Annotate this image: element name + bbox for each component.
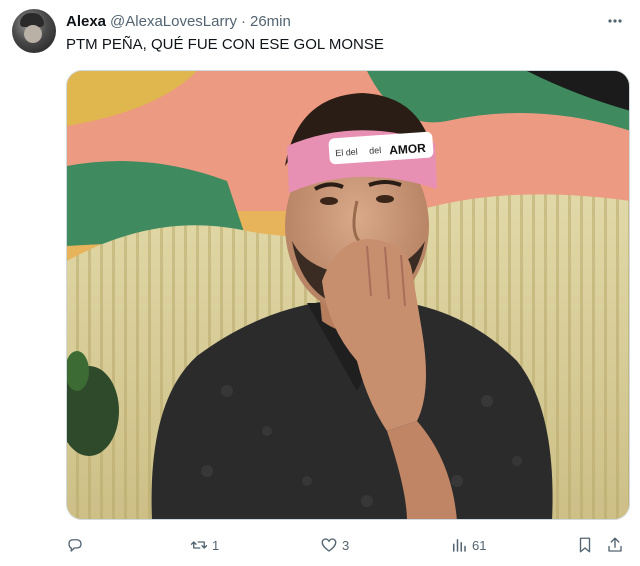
- headband-text-1: El del: [335, 147, 358, 159]
- reply-button[interactable]: [66, 534, 88, 556]
- avatar[interactable]: [12, 9, 56, 53]
- tweet-time[interactable]: 26min: [250, 12, 291, 32]
- author-name[interactable]: Alexa: [66, 12, 106, 32]
- more-icon[interactable]: [604, 10, 626, 32]
- share-button[interactable]: [606, 534, 624, 556]
- like-count: 3: [342, 537, 350, 553]
- headband-text-2: del: [369, 145, 382, 156]
- tweet-media-image[interactable]: El del del AMOR: [66, 70, 630, 520]
- separator-dot: ·: [240, 13, 246, 30]
- retweet-icon: [190, 541, 208, 549]
- tweet-header: Alexa @AlexaLovesLarry · 26min: [66, 12, 628, 32]
- avatar-face: [24, 25, 42, 43]
- bar-chart-icon: [453, 539, 466, 552]
- like-button[interactable]: 3: [320, 534, 349, 556]
- retweet-count: 1: [212, 537, 220, 553]
- views-count: 61: [472, 537, 487, 553]
- reply-icon: [68, 539, 82, 552]
- heart-icon: [321, 538, 337, 552]
- author-handle[interactable]: @AlexaLovesLarry: [110, 12, 237, 32]
- tweet-actions: 1 3 61: [66, 534, 622, 556]
- bookmark-button[interactable]: [576, 534, 594, 556]
- share-icon: [608, 537, 622, 552]
- views-button[interactable]: 61: [450, 534, 486, 556]
- headband-text-3: AMOR: [389, 141, 427, 158]
- retweet-button[interactable]: 1: [190, 534, 219, 556]
- bookmark-icon: [579, 537, 591, 553]
- tweet-text: PTM PEÑA, QUÉ FUE CON ESE GOL MONSE: [66, 36, 384, 53]
